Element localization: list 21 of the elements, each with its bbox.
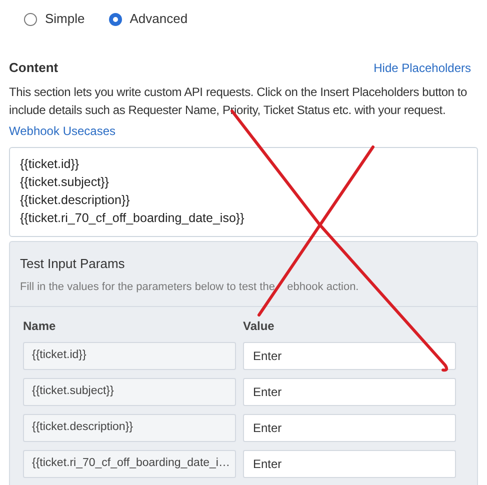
mode-radio[interactable]: Simple (24, 10, 85, 28)
parameter-name-field: {{ticket.ri_70_cf_off_boarding_date_i… (23, 450, 236, 478)
radio-icon (24, 12, 37, 26)
panel-title: Test Input Params (20, 254, 126, 273)
parameter-value-field[interactable]: Enter (243, 414, 456, 442)
webhook-usecases-link[interactable]: Webhook Usecases (9, 124, 116, 138)
section-description: This section lets you write custom API requests. Click on the Insert Placeholders button to include details such as Requester Name, Priority, Ticket Status etc. with your request. (9, 84, 468, 118)
parameter-value-field[interactable]: Enter (243, 450, 456, 478)
parameter-value-field[interactable]: Enter (243, 342, 456, 370)
parameter-value-field[interactable]: Enter (243, 378, 456, 406)
hide-placeholders-link[interactable]: Hide Placeholders (374, 58, 471, 77)
parameter-name-field: {{ticket.id}} (23, 342, 236, 370)
panel-description: Fill in the values for the parameters below to test the ebhook action. (20, 280, 360, 295)
radio-icon (108, 12, 122, 26)
section-title: Content (9, 59, 58, 77)
column-header: Value (243, 318, 274, 334)
content-editor[interactable]: {{ticket.id}} {{ticket.subject}} {{ticket.description}} {{ticket.ri_70_cf_off_boarding_date_iso}} (9, 146, 478, 236)
parameter-name-field: {{ticket.subject}} (23, 378, 236, 406)
parameter-name-field: {{ticket.description}} (23, 414, 236, 442)
mode-radio[interactable]: Advanced (108, 10, 188, 28)
column-header: Name (23, 318, 57, 334)
